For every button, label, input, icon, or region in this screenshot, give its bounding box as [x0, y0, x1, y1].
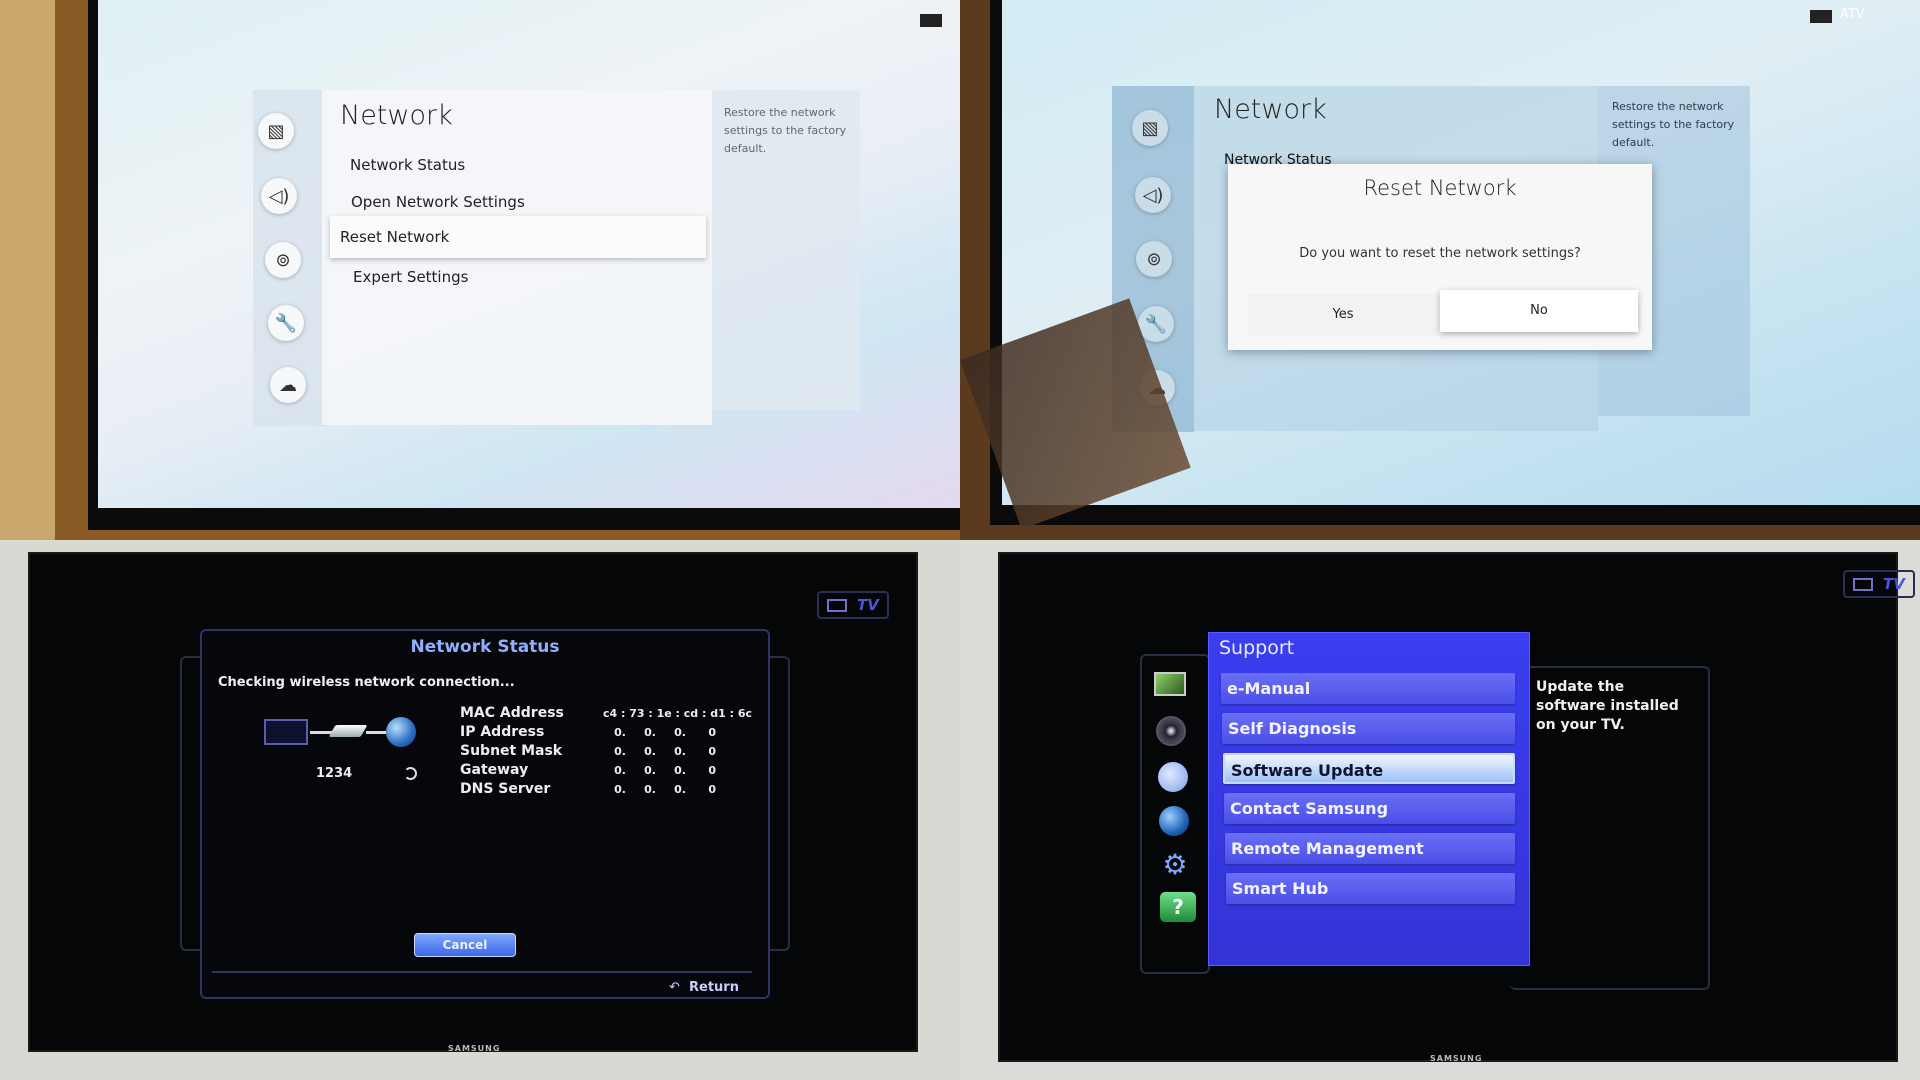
field-value-octet: 0 — [708, 745, 716, 758]
connection-line — [310, 731, 332, 734]
menu-title: Network — [1214, 94, 1327, 125]
field-value-octet: 0. — [644, 783, 656, 796]
menu-item-reset-network[interactable]: Reset Network — [330, 216, 706, 258]
network-status-dialog: Network Status Checking wireless network… — [200, 629, 770, 999]
field-value-octet: 0. — [614, 783, 626, 796]
field-value-octet: 0. — [614, 726, 626, 739]
panel-network-status: TV Network Status Checking wireless netw… — [0, 540, 960, 1080]
broadcast-icon[interactable]: ⊚ — [265, 242, 301, 278]
panel-network-menu: ▧ ◁) ⊚ 🔧 ☁ Network Network Status Open N… — [0, 0, 960, 540]
field-label: MAC Address — [460, 705, 564, 721]
divider — [212, 971, 752, 973]
field-value-octet: 0. — [674, 745, 686, 758]
help-text: Restore the network settings to the fact… — [724, 106, 847, 155]
menu-item-e-manual[interactable]: e-Manual — [1221, 673, 1515, 704]
return-icon: ↶ — [669, 980, 680, 995]
sound-icon[interactable]: ◁) — [1135, 177, 1171, 213]
field-value-octet: 0 — [708, 726, 716, 739]
menu-item-self-diagnosis[interactable]: Self Diagnosis — [1222, 713, 1515, 744]
field-value-octet: 0 — [708, 783, 716, 796]
field-value-octet: 0. — [614, 745, 626, 758]
menu-item-remote-management[interactable]: Remote Management — [1225, 833, 1515, 864]
tv-screen: TV ⚙ ? Support e-Manual Self Diagnosis Sof… — [998, 552, 1915, 1063]
field-value-octet: 0. — [674, 764, 686, 777]
status-text: Checking wireless network connection... — [218, 675, 515, 690]
field-label: IP Address — [460, 724, 545, 740]
menu-title: Network — [340, 100, 453, 131]
wall-door — [0, 0, 55, 540]
network-globe-icon[interactable] — [1159, 806, 1189, 836]
help-panel: Restore the network settings to the fact… — [712, 90, 860, 410]
sound-icon[interactable]: ◁) — [261, 178, 297, 214]
broadcast-icon[interactable]: ⊚ — [1136, 241, 1172, 277]
panel-support-menu: TV ⚙ ? Support e-Manual Self Diagnosis Sof… — [960, 540, 1920, 1080]
sound-icon[interactable] — [1156, 716, 1186, 746]
picture-icon[interactable] — [1154, 672, 1186, 696]
return-button[interactable]: Return — [689, 980, 739, 995]
menu-title: Support — [1219, 637, 1295, 659]
brand-logo: SAMSUNG — [448, 1044, 501, 1053]
source-indicator: TV — [1843, 570, 1915, 598]
yes-button[interactable]: Yes — [1248, 294, 1438, 336]
field-value-octet: 0. — [644, 745, 656, 758]
menu-item-expert-settings[interactable]: Expert Settings — [343, 258, 703, 296]
system-gear-icon[interactable]: ⚙ — [1160, 850, 1190, 880]
wrench-icon[interactable]: 🔧 — [268, 305, 304, 341]
loading-spinner-icon — [404, 767, 417, 780]
broadcast-icon[interactable] — [1158, 762, 1188, 792]
reset-network-dialog: Reset Network Do you want to reset the n… — [1228, 164, 1652, 350]
tv-screen: ▧ ◁) ⊚ 🔧 ☁ Network Network Status Open N… — [98, 0, 960, 508]
tv-source-icon — [1853, 577, 1873, 591]
field-value-octet: 0. — [644, 726, 656, 739]
menu-item-network-status[interactable]: Network Status — [340, 146, 700, 184]
support-icon[interactable]: ☁ — [270, 367, 306, 403]
panel-reset-dialog: ATV ▧ ◁) ⊚ 🔧 ☁ Network Network Status Re… — [960, 0, 1920, 540]
help-text: Restore the network settings to the fact… — [1612, 100, 1735, 149]
help-text: Update the software installed on your TV… — [1536, 679, 1679, 733]
field-value-octet: 0 — [708, 764, 716, 777]
source-label: ATV — [1840, 7, 1865, 22]
menu-item-contact-samsung[interactable]: Contact Samsung — [1224, 793, 1515, 824]
source-indicator-icon — [1810, 10, 1832, 23]
network-name: 1234 — [316, 766, 353, 781]
source-label: TV — [1883, 575, 1905, 593]
internet-globe-icon — [386, 717, 416, 747]
tv-device-icon — [264, 719, 308, 745]
network-menu: Network Network Status Open Network Sett… — [322, 90, 712, 425]
field-value-octet: 0. — [614, 764, 626, 777]
dialog-title: Reset Network — [1363, 176, 1517, 200]
field-label: Gateway — [460, 762, 529, 778]
field-value: c4 : 73 : 1e : cd : d1 : 6c — [603, 707, 752, 720]
no-button[interactable]: No — [1440, 290, 1638, 332]
menu-item-software-update[interactable]: Software Update — [1223, 753, 1515, 784]
tv-screen: TV Network Status Checking wireless netw… — [28, 552, 918, 1053]
source-label: TV — [857, 596, 879, 614]
field-label: Subnet Mask — [460, 743, 563, 759]
field-label: DNS Server — [460, 781, 551, 797]
router-icon — [328, 725, 368, 737]
field-value-octet: 0. — [674, 783, 686, 796]
cancel-button[interactable]: Cancel — [414, 933, 516, 957]
picture-icon[interactable]: ▧ — [1132, 110, 1168, 146]
dialog-message: Do you want to reset the network setting… — [1299, 246, 1581, 261]
field-value-octet: 0. — [674, 726, 686, 739]
tv-source-icon — [827, 598, 847, 612]
support-menu: Support e-Manual Self Diagnosis Software U… — [1208, 632, 1530, 966]
support-help-icon[interactable]: ? — [1160, 892, 1196, 922]
dialog-title: Network Status — [410, 637, 560, 657]
picture-icon[interactable]: ▧ — [258, 113, 294, 149]
connection-line — [366, 731, 386, 734]
source-indicator: TV — [817, 591, 889, 619]
menu-item-smart-hub[interactable]: Smart Hub — [1226, 873, 1515, 904]
field-value-octet: 0. — [644, 764, 656, 777]
source-indicator-icon — [920, 14, 942, 27]
brand-logo: SAMSUNG — [1430, 1054, 1483, 1063]
